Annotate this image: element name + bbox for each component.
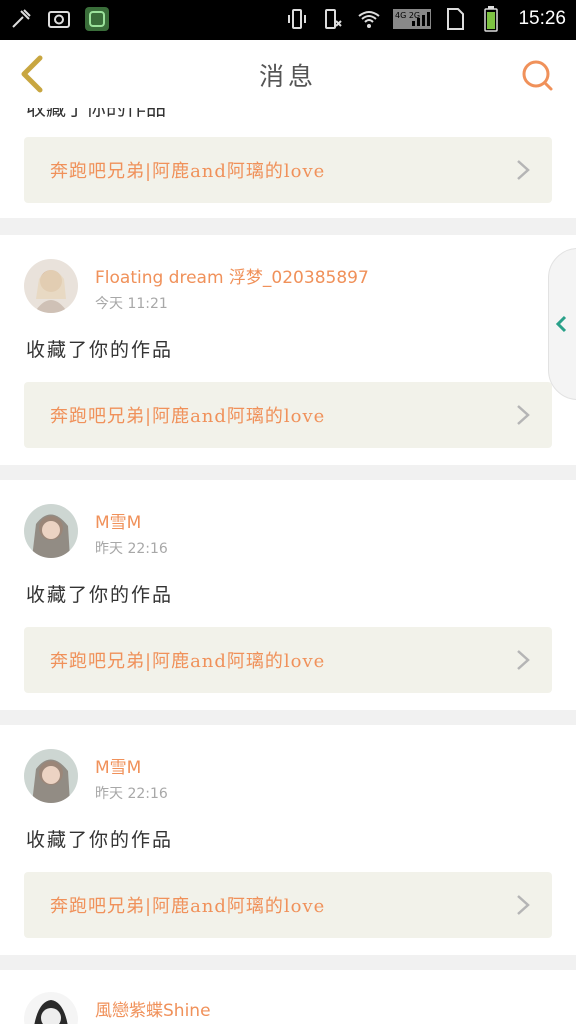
svg-text:4G 2G: 4G 2G <box>395 11 420 20</box>
chevron-left-icon <box>555 315 567 333</box>
tools-icon <box>8 6 34 32</box>
timestamp: 昨天 22:16 <box>95 541 168 557</box>
username[interactable]: M雪M <box>95 753 141 778</box>
screenshot-icon <box>46 6 72 32</box>
username[interactable]: 風戀紫蝶Shine <box>95 996 211 1021</box>
chevron-right-icon <box>517 650 530 670</box>
silent-icon <box>320 6 346 32</box>
list-item: M雪M 昨天 22:16 收藏了你的作品 奔跑吧兄弟|阿鹿and阿璃的love <box>0 725 576 955</box>
search-icon <box>522 60 553 91</box>
work-title: 奔跑吧兄弟|阿鹿and阿璃的love <box>50 161 326 182</box>
username[interactable]: M雪M <box>95 508 141 533</box>
work-title: 奔跑吧兄弟|阿鹿and阿璃的love <box>50 651 326 672</box>
work-link[interactable]: 奔跑吧兄弟|阿鹿and阿璃的love <box>24 137 552 203</box>
app-header: 消息 <box>0 40 576 109</box>
avatar[interactable] <box>24 504 78 558</box>
action-text: 收藏了你的作品 <box>26 829 174 851</box>
list-item: 風戀紫蝶Shine <box>0 970 576 1024</box>
avatar[interactable] <box>24 259 78 313</box>
side-drawer-handle[interactable] <box>548 248 576 400</box>
battery-icon <box>478 6 504 32</box>
sim-icon <box>442 6 468 32</box>
timestamp: 昨天 22:16 <box>95 786 168 802</box>
list-item: 收藏了你的作品 奔跑吧兄弟|阿鹿and阿璃的love <box>0 108 576 218</box>
wifi-icon <box>356 6 382 32</box>
chevron-right-icon <box>517 160 530 180</box>
work-link[interactable]: 奔跑吧兄弟|阿鹿and阿璃的love <box>24 627 552 693</box>
work-link[interactable]: 奔跑吧兄弟|阿鹿and阿璃的love <box>24 382 552 448</box>
message-list[interactable]: 收藏了你的作品 奔跑吧兄弟|阿鹿and阿璃的love Floating drea… <box>0 108 576 1024</box>
work-title: 奔跑吧兄弟|阿鹿and阿璃的love <box>50 406 326 427</box>
clock: 15:26 <box>518 8 566 29</box>
chevron-right-icon <box>517 895 530 915</box>
signal-icon: 4G 2G <box>392 6 432 32</box>
list-item: Floating dream 浮梦_020385897 今天 11:21 收藏了… <box>0 235 576 465</box>
status-bar: 4G 2G 15:26 <box>0 0 576 40</box>
timestamp: 今天 11:21 <box>95 296 168 312</box>
avatar[interactable] <box>24 749 78 803</box>
action-text: 收藏了你的作品 <box>26 584 174 606</box>
work-title: 奔跑吧兄弟|阿鹿and阿璃的love <box>50 896 326 917</box>
list-item: M雪M 昨天 22:16 收藏了你的作品 奔跑吧兄弟|阿鹿and阿璃的love <box>0 480 576 710</box>
search-button[interactable] <box>520 58 554 92</box>
avatar[interactable] <box>24 992 78 1024</box>
action-text: 收藏了你的作品 <box>26 339 174 361</box>
app-icon <box>84 6 110 32</box>
vibrate-icon <box>284 6 310 32</box>
work-link[interactable]: 奔跑吧兄弟|阿鹿and阿璃的love <box>24 872 552 938</box>
chevron-right-icon <box>517 405 530 425</box>
page-title: 消息 <box>258 62 317 91</box>
action-text: 收藏了你的作品 <box>26 108 166 120</box>
username[interactable]: Floating dream 浮梦_020385897 <box>95 263 369 288</box>
